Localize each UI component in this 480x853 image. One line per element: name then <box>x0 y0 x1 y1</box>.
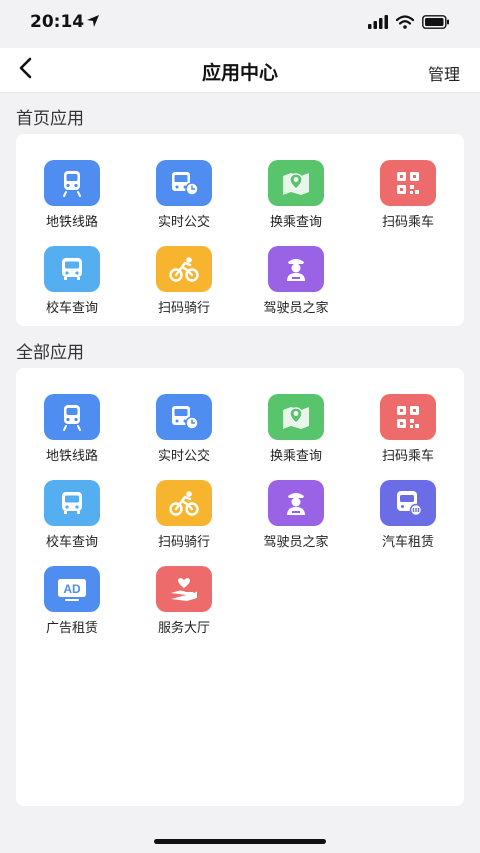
page-title: 应用中心 <box>201 62 278 84</box>
nav-bar: 应用中心 管理 <box>0 48 480 93</box>
cyclist-icon <box>156 246 212 292</box>
map-pin-icon <box>268 394 324 440</box>
bus-clock-icon <box>156 394 212 440</box>
app-label: 驾驶员之家 <box>263 301 329 316</box>
app-item[interactable]: 换乘查询 <box>240 160 352 244</box>
app-label: 驾驶员之家 <box>263 535 329 550</box>
status-indicators <box>368 14 450 33</box>
battery-icon <box>422 14 450 33</box>
car-rental-icon <box>380 480 436 526</box>
qr-code-icon <box>380 394 436 440</box>
ad-icon-text: AD <box>63 582 81 596</box>
school-bus-icon <box>44 480 100 526</box>
wifi-icon <box>395 14 415 33</box>
home-indicator <box>154 839 326 844</box>
app-item[interactable]: 汽车租赁 <box>352 480 464 564</box>
app-label: 校车查询 <box>45 301 98 316</box>
status-bar: 20:14 <box>0 0 480 48</box>
location-arrow-icon <box>85 13 101 33</box>
status-time: 20:14 <box>30 12 85 32</box>
cyclist-icon <box>156 480 212 526</box>
section-title-home: 首页应用 <box>16 109 84 129</box>
signal-icon <box>368 14 388 33</box>
app-label: 校车查询 <box>45 535 98 550</box>
qr-code-icon <box>380 160 436 206</box>
manage-button[interactable]: 管理 <box>428 61 460 85</box>
subway-icon <box>44 394 100 440</box>
app-label: 实时公交 <box>157 215 210 230</box>
app-item[interactable]: 实时公交 <box>128 160 240 244</box>
app-item[interactable]: 扫码乘车 <box>352 160 464 244</box>
app-item[interactable]: 扫码乘车 <box>352 394 464 478</box>
app-item[interactable]: AD 广告租赁 <box>16 566 128 650</box>
service-hand-icon <box>156 566 212 612</box>
driver-icon <box>268 246 324 292</box>
app-label: 扫码骑行 <box>157 301 210 316</box>
app-item[interactable]: 地铁线路 <box>16 394 128 478</box>
home-apps-card: 地铁线路 实时公交 换乘查询 扫码乘车校车查询 扫码骑行 驾驶员之家 <box>16 134 464 326</box>
app-item[interactable]: 扫码骑行 <box>128 480 240 564</box>
driver-icon <box>268 480 324 526</box>
app-label: 服务大厅 <box>157 621 210 636</box>
app-label: 换乘查询 <box>269 449 322 464</box>
app-item[interactable]: 校车查询 <box>16 246 128 330</box>
ad-icon: AD <box>44 566 100 612</box>
app-item[interactable]: 驾驶员之家 <box>240 480 352 564</box>
app-item[interactable]: 服务大厅 <box>128 566 240 650</box>
app-item[interactable]: 地铁线路 <box>16 160 128 244</box>
bus-clock-icon <box>156 160 212 206</box>
subway-icon <box>44 160 100 206</box>
app-label: 扫码乘车 <box>381 449 434 464</box>
school-bus-icon <box>44 246 100 292</box>
app-label: 广告租赁 <box>45 621 98 636</box>
app-label: 换乘查询 <box>269 215 322 230</box>
app-item[interactable]: 扫码骑行 <box>128 246 240 330</box>
app-label: 汽车租赁 <box>381 535 434 550</box>
app-label: 地铁线路 <box>45 449 98 464</box>
app-label: 扫码乘车 <box>381 215 434 230</box>
app-label: 实时公交 <box>157 449 210 464</box>
app-item[interactable]: 驾驶员之家 <box>240 246 352 330</box>
app-item[interactable]: 实时公交 <box>128 394 240 478</box>
app-label: 地铁线路 <box>45 215 98 230</box>
map-pin-icon <box>268 160 324 206</box>
app-item[interactable]: 换乘查询 <box>240 394 352 478</box>
app-label: 扫码骑行 <box>157 535 210 550</box>
app-item[interactable]: 校车查询 <box>16 480 128 564</box>
all-apps-card: 地铁线路 实时公交 换乘查询 扫码乘车校车查询 扫码骑行 驾驶员之家 汽车租赁 AD 广告租赁 服… <box>16 368 464 806</box>
section-title-all: 全部应用 <box>16 343 84 363</box>
